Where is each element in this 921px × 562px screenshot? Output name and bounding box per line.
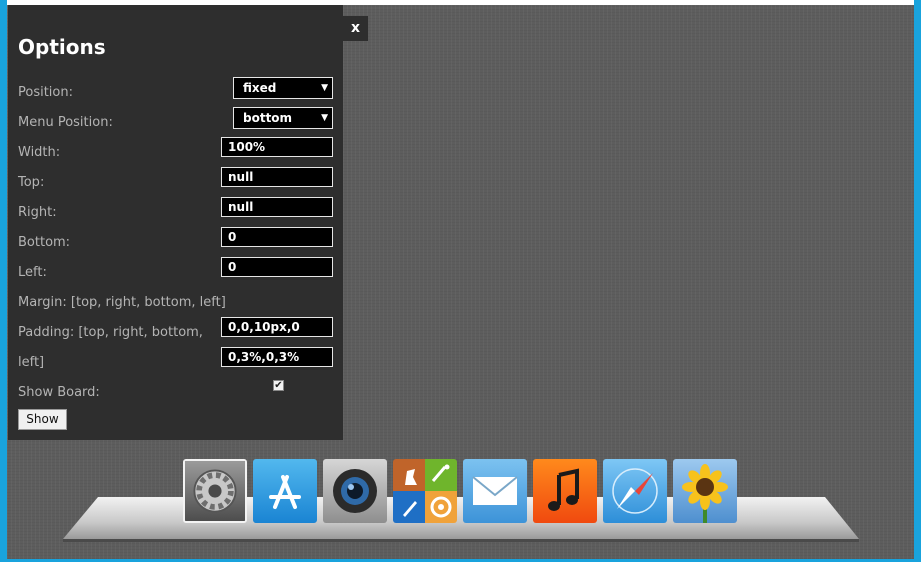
window-right-border: [914, 0, 921, 562]
left-input[interactable]: 0: [221, 257, 333, 277]
menu-position-select-value: bottom: [243, 111, 293, 125]
position-select[interactable]: fixed ▼: [233, 77, 333, 99]
show-board-checkbox[interactable]: ✔: [273, 380, 284, 391]
right-input[interactable]: null: [221, 197, 333, 217]
padding-label-line2: left]: [18, 355, 45, 370]
show-button[interactable]: Show: [18, 409, 67, 430]
show-board-label: Show Board:: [18, 385, 100, 400]
menu-position-label: Menu Position:: [18, 115, 113, 130]
bottom-input[interactable]: 0: [221, 227, 333, 247]
top-input[interactable]: null: [221, 167, 333, 187]
panel-title: Options: [18, 35, 106, 59]
bottom-label: Bottom:: [18, 235, 71, 250]
safari-icon[interactable]: [603, 459, 667, 523]
camera-icon[interactable]: [323, 459, 387, 523]
close-button[interactable]: x: [343, 16, 368, 41]
padding-input[interactable]: 0,3%,0,3%: [221, 347, 333, 367]
position-select-value: fixed: [243, 81, 277, 95]
window-left-border: [0, 0, 7, 562]
right-label: Right:: [18, 205, 57, 220]
chevron-down-icon: ▼: [321, 113, 328, 123]
app-store-icon[interactable]: [253, 459, 317, 523]
top-label: Top:: [18, 175, 45, 190]
menu-position-select[interactable]: bottom ▼: [233, 107, 333, 129]
width-label: Width:: [18, 145, 61, 160]
width-input[interactable]: 100%: [221, 137, 333, 157]
photo-sunflower-icon[interactable]: [673, 459, 737, 523]
position-label: Position:: [18, 85, 73, 100]
margin-label: Margin: [top, right, bottom, left]: [18, 295, 226, 310]
chevron-down-icon: ▼: [321, 83, 328, 93]
music-icon[interactable]: [533, 459, 597, 523]
options-panel: Options Position: fixed ▼ Menu Position:…: [8, 5, 343, 440]
left-label: Left:: [18, 265, 47, 280]
mail-icon[interactable]: [463, 459, 527, 523]
margin-input[interactable]: 0,0,10px,0: [221, 317, 333, 337]
system-preferences-icon[interactable]: [183, 459, 247, 523]
game-center-icon[interactable]: [393, 459, 457, 523]
padding-label-line1: Padding: [top, right, bottom,: [18, 325, 203, 340]
